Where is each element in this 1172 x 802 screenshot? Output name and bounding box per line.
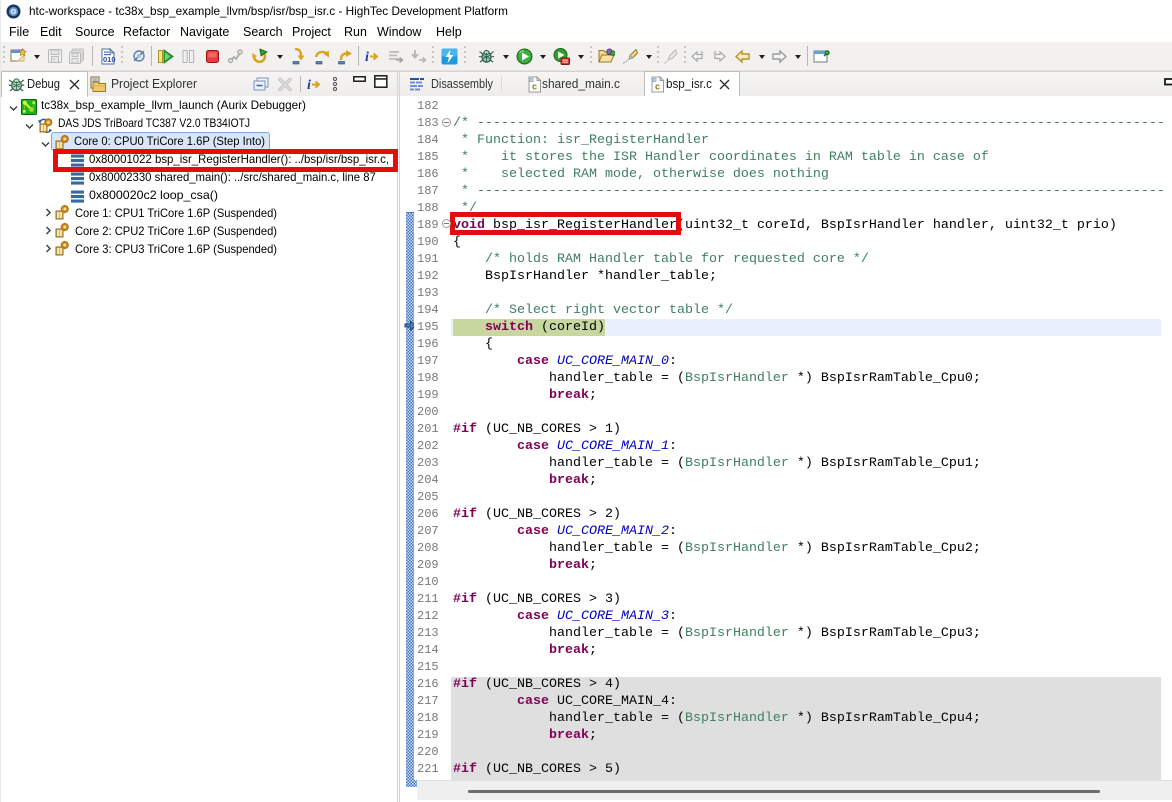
svg-text:i: i: [365, 50, 369, 65]
svg-text:010: 010: [103, 55, 116, 64]
svg-text:c: c: [532, 82, 537, 92]
svg-text:c: c: [655, 82, 660, 92]
svg-text:i: i: [307, 78, 311, 93]
